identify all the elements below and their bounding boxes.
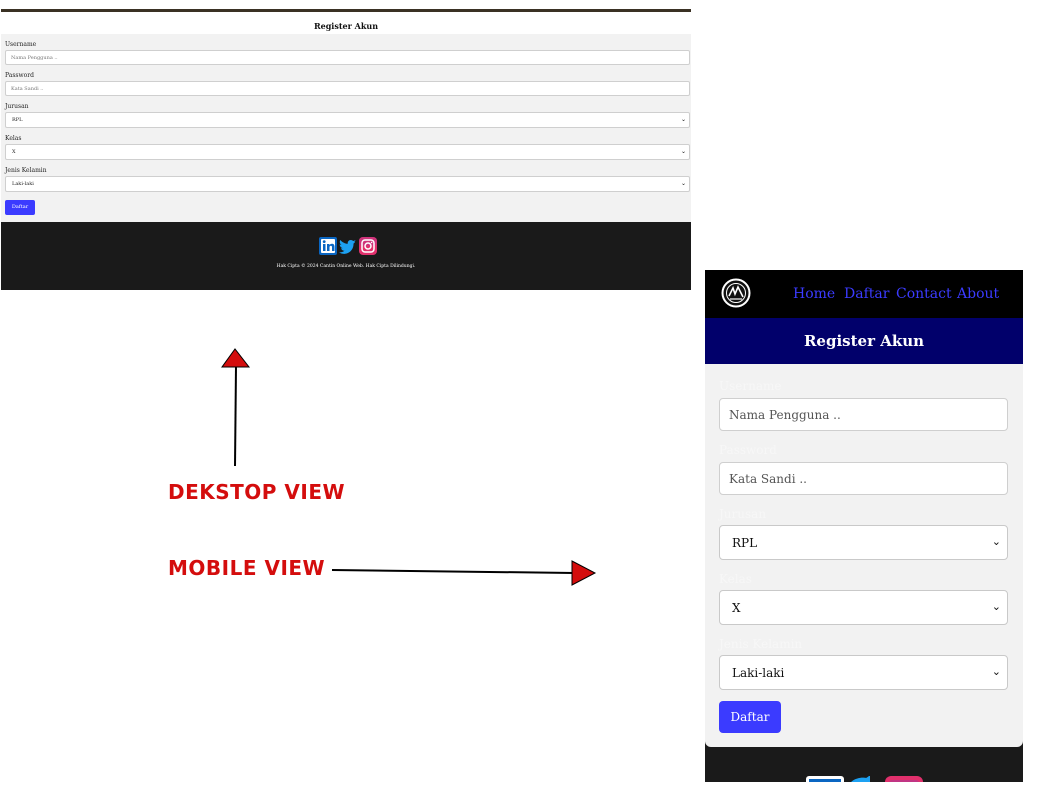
kelas-select[interactable]: X ⌄ bbox=[5, 144, 690, 160]
daftar-button[interactable]: Daftar bbox=[5, 200, 35, 215]
gender-select[interactable]: Laki-laki ⌄ bbox=[719, 655, 1008, 690]
nav-link-contact[interactable]: Contact bbox=[896, 286, 952, 302]
password-label: Password bbox=[719, 443, 777, 457]
social-icons bbox=[319, 237, 377, 255]
arrow-up-icon bbox=[221, 348, 251, 467]
arrow-right-icon bbox=[331, 560, 597, 586]
jurusan-value: RPL bbox=[12, 117, 23, 123]
chevron-down-icon: ⌄ bbox=[991, 665, 1001, 678]
kelas-label: Kelas bbox=[719, 572, 752, 586]
nav-link-about[interactable]: About bbox=[957, 286, 999, 302]
chevron-down-icon: ⌄ bbox=[680, 116, 686, 123]
gender-select[interactable]: Laki-laki ⌄ bbox=[5, 176, 690, 192]
social-icons bbox=[806, 776, 923, 782]
gender-label: Jenis Kelamin bbox=[5, 167, 47, 174]
username-field[interactable]: Nama Pengguna .. bbox=[719, 398, 1008, 431]
chevron-down-icon: ⌄ bbox=[680, 148, 686, 155]
password-label: Password bbox=[5, 72, 34, 79]
mobile-register-form: Username Nama Pengguna .. Password Kata … bbox=[705, 364, 1023, 747]
jurusan-label: Jurusan bbox=[719, 507, 767, 521]
gender-value: Laki-laki bbox=[12, 181, 34, 187]
daftar-button[interactable]: Daftar bbox=[719, 701, 781, 733]
password-field[interactable]: Kata Sandi .. bbox=[719, 462, 1008, 495]
desktop-title-bar: Register Akun bbox=[1, 12, 691, 34]
instagram-icon[interactable] bbox=[359, 237, 377, 255]
desktop-footer: Hak Cipta © 2024 Cantin Online Web. Hak … bbox=[1, 222, 691, 290]
mobile-view-annotation: MOBILE VIEW bbox=[168, 556, 326, 580]
linkedin-icon[interactable] bbox=[319, 237, 337, 255]
gender-value: Laki-laki bbox=[732, 666, 785, 680]
jurusan-value: RPL bbox=[732, 536, 758, 550]
page-title: Register Akun bbox=[803, 332, 925, 350]
mobile-page-header: Register Akun bbox=[705, 318, 1023, 364]
chevron-down-icon: ⌄ bbox=[991, 600, 1001, 613]
kelas-value: X bbox=[12, 149, 16, 155]
twitter-icon[interactable] bbox=[338, 239, 356, 254]
linkedin-icon[interactable] bbox=[806, 776, 844, 782]
desktop-view-annotation: DEKSTOP VIEW bbox=[168, 480, 346, 504]
username-label: Username bbox=[719, 379, 782, 393]
username-label: Username bbox=[5, 41, 37, 48]
password-field[interactable]: Kata Sandi .. bbox=[5, 81, 690, 96]
chevron-down-icon: ⌄ bbox=[680, 180, 686, 187]
kelas-select[interactable]: X ⌄ bbox=[719, 590, 1008, 625]
twitter-icon[interactable] bbox=[848, 776, 870, 782]
mobile-view: Home Daftar Contact About Register Akun … bbox=[705, 270, 1023, 782]
nav-link-daftar[interactable]: Daftar bbox=[844, 286, 889, 302]
page-title: Register Akun bbox=[313, 21, 379, 31]
username-field[interactable]: Nama Pengguna .. bbox=[5, 50, 690, 65]
chevron-down-icon: ⌄ bbox=[991, 535, 1001, 548]
kelas-value: X bbox=[732, 601, 741, 615]
jurusan-label: Jurusan bbox=[5, 103, 29, 110]
instagram-icon[interactable] bbox=[885, 776, 923, 782]
kelas-label: Kelas bbox=[5, 135, 22, 142]
gender-label: Jenis Kelamin bbox=[719, 637, 803, 651]
jurusan-select[interactable]: RPL ⌄ bbox=[719, 525, 1008, 560]
jurusan-select[interactable]: RPL ⌄ bbox=[5, 112, 690, 128]
footer-copyright: Hak Cipta © 2024 Cantin Online Web. Hak … bbox=[276, 264, 416, 269]
logo-icon[interactable] bbox=[721, 278, 751, 308]
nav-link-home[interactable]: Home bbox=[793, 286, 835, 302]
mobile-navbar: Home Daftar Contact About bbox=[705, 270, 1023, 318]
desktop-view: Register Akun Username Nama Pengguna .. … bbox=[1, 9, 691, 290]
